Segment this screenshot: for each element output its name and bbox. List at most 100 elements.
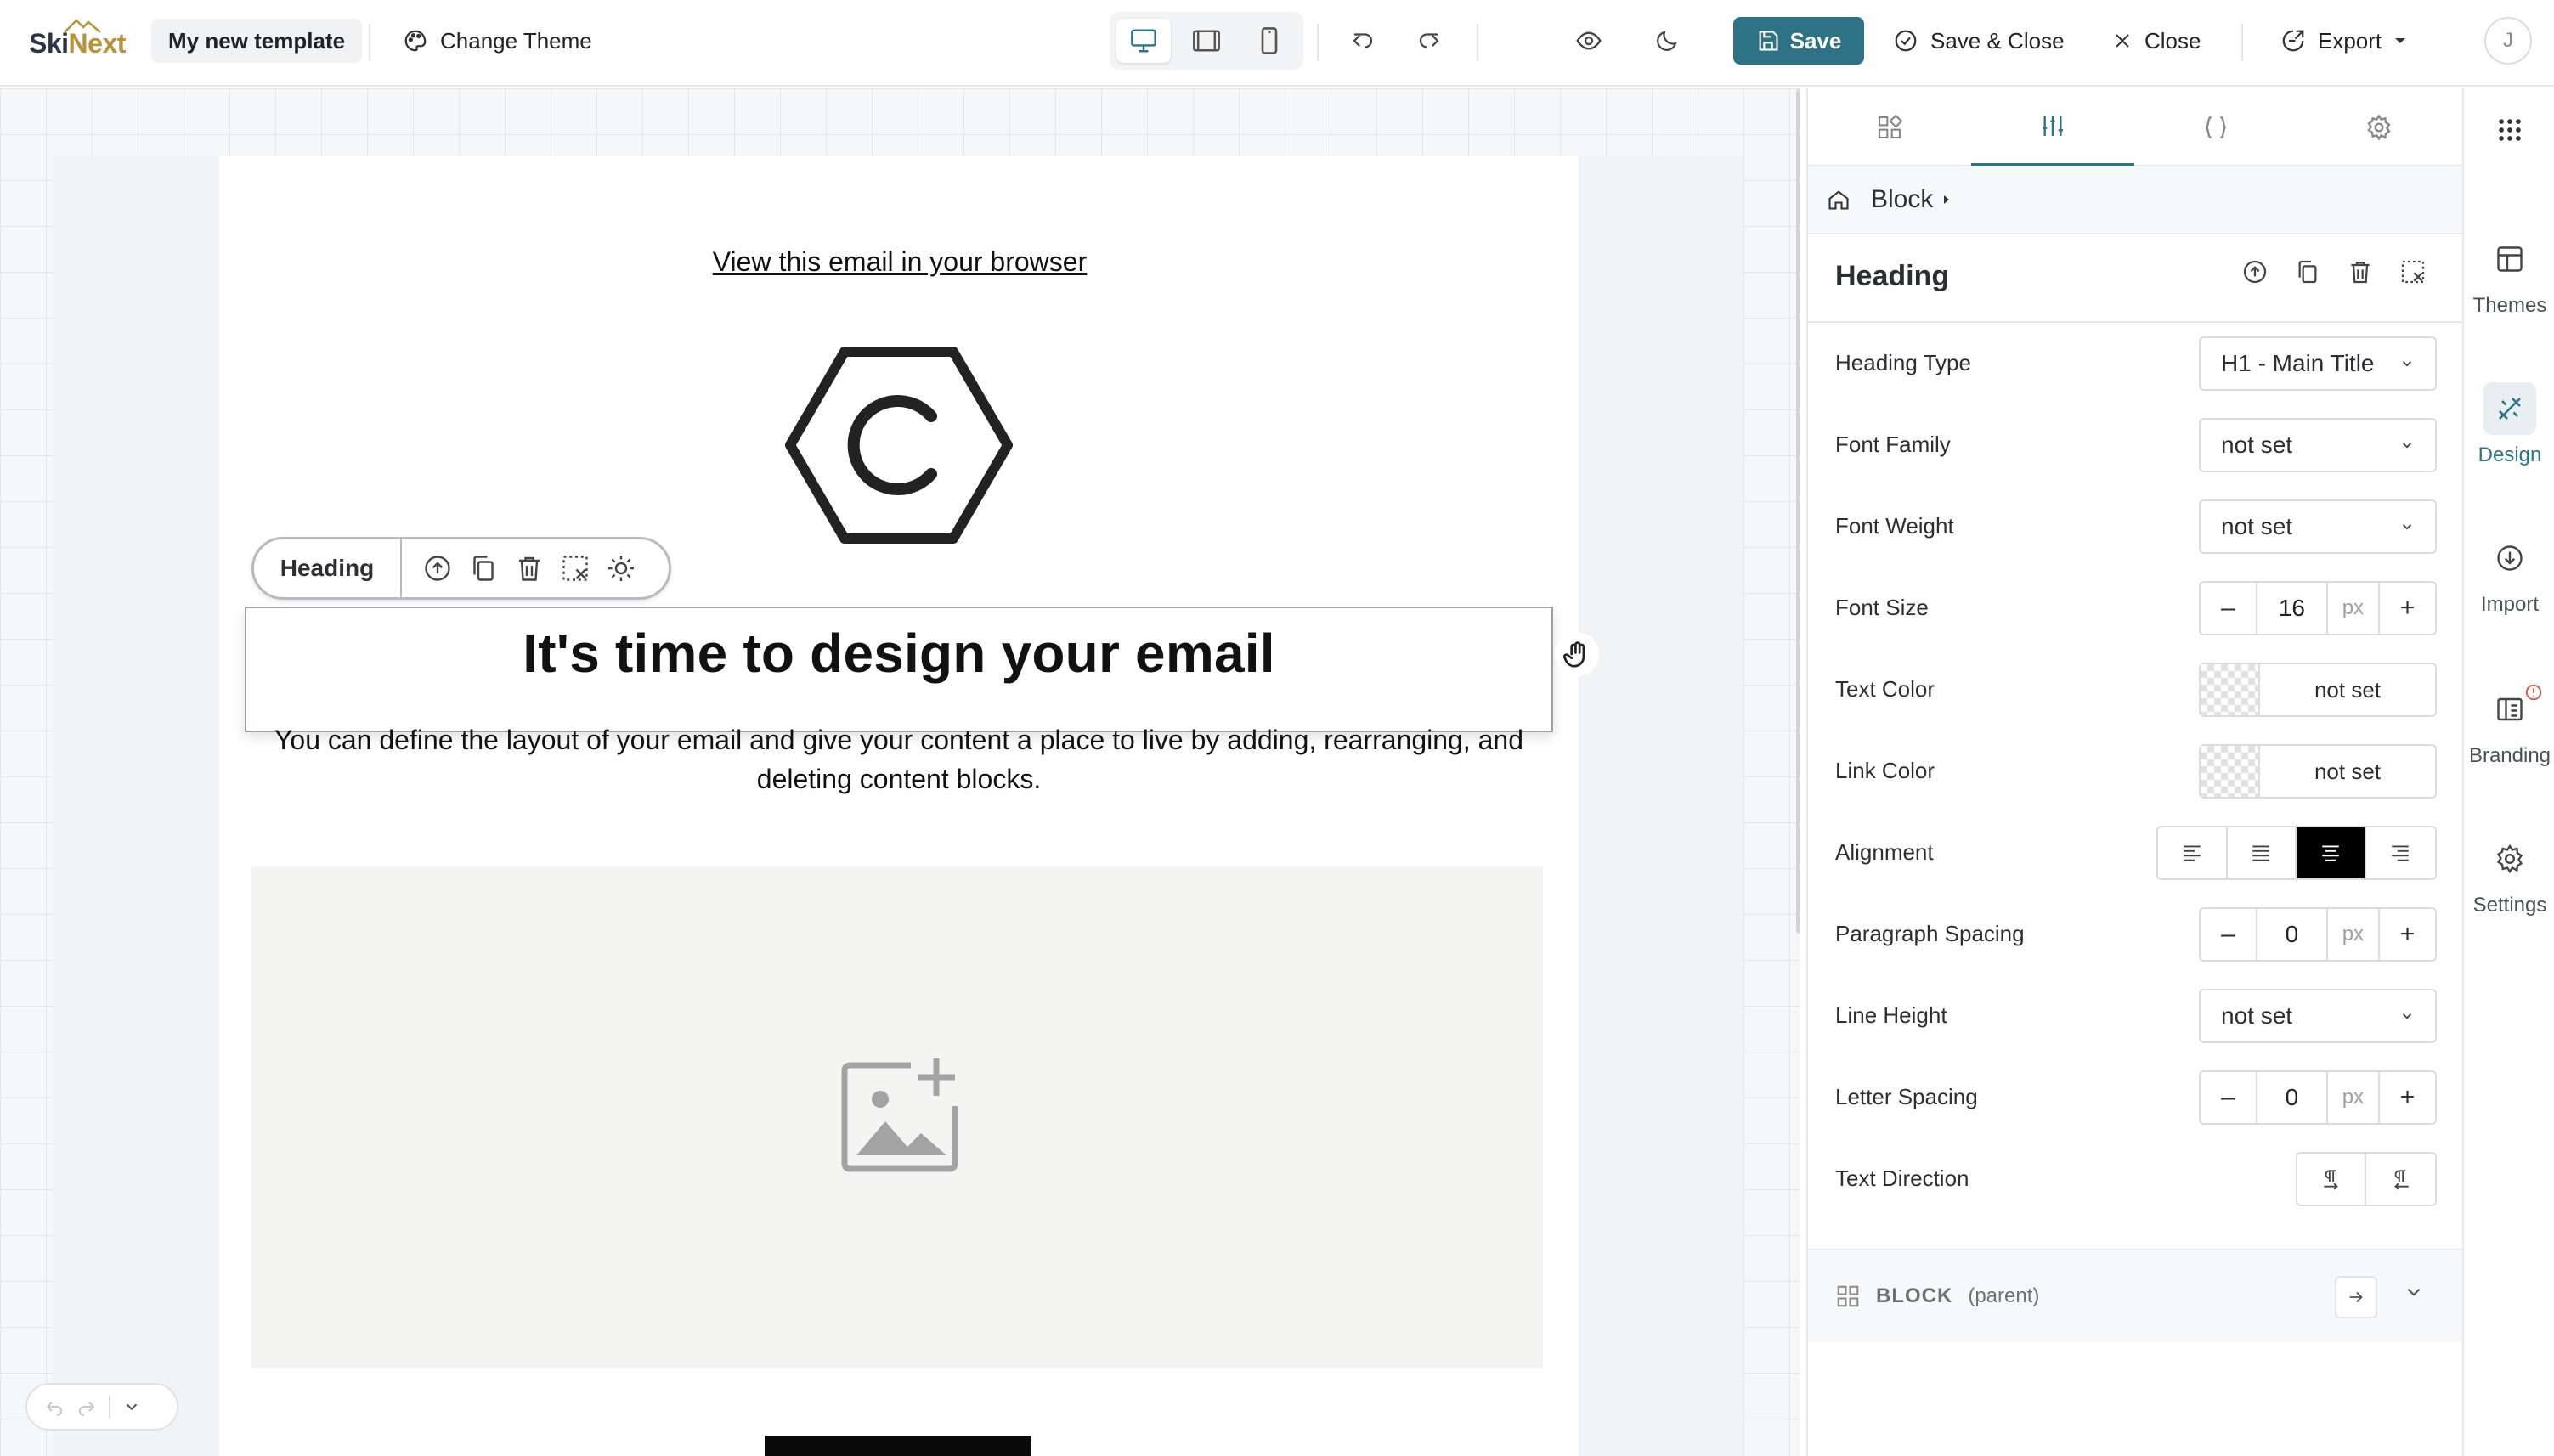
heading-type-select[interactable]: H1 - Main Title xyxy=(2199,336,2437,391)
panel-tabs xyxy=(1808,88,2464,166)
link-color-row: Link Color not set xyxy=(1835,744,2437,799)
tab-settings[interactable] xyxy=(2297,88,2461,166)
align-right-button[interactable] xyxy=(2366,827,2435,878)
heading-type-value: H1 - Main Title xyxy=(2221,350,2375,376)
change-theme-button[interactable]: Change Theme xyxy=(403,19,592,63)
dark-mode-toggle[interactable] xyxy=(1643,17,1691,65)
text-color-picker[interactable]: not set xyxy=(2199,663,2437,717)
letter-spacing-row: Letter Spacing – 0 px + xyxy=(1835,1070,2437,1125)
save-close-label: Save & Close xyxy=(1930,27,2065,54)
decrement-button[interactable]: – xyxy=(2201,1072,2256,1123)
rail-item-design[interactable]: Design xyxy=(2464,382,2554,467)
save-and-close-button[interactable]: Save & Close xyxy=(1893,17,2065,65)
avatar[interactable]: J xyxy=(2484,17,2532,65)
undo-icon[interactable] xyxy=(44,1397,65,1417)
home-icon[interactable] xyxy=(1827,188,1851,212)
go-to-parent-button[interactable] xyxy=(2335,1276,2377,1318)
selected-heading-block[interactable]: It's time to design your email xyxy=(245,607,1553,732)
save-button[interactable]: Save xyxy=(1733,17,1864,65)
gear-icon xyxy=(2496,844,2523,874)
rail-item-settings[interactable]: Settings xyxy=(2464,832,2554,917)
rail-item-branding[interactable]: Branding xyxy=(2464,683,2554,768)
email-paragraph[interactable]: You can define the layout of your email … xyxy=(255,720,1543,799)
rail-item-import[interactable]: Import xyxy=(2464,532,2554,617)
font-family-label: Font Family xyxy=(1835,432,1951,457)
decrement-button[interactable]: – xyxy=(2201,583,2256,634)
tab-properties[interactable] xyxy=(1971,88,2134,166)
deselect-icon[interactable] xyxy=(2399,258,2427,285)
breadcrumb-block[interactable]: Block xyxy=(1871,185,1933,214)
font-weight-value: not set xyxy=(2221,513,2293,539)
font-size-input[interactable]: 16 xyxy=(2256,583,2328,634)
deselect-icon[interactable] xyxy=(560,553,590,584)
rail-label-design: Design xyxy=(2478,443,2542,466)
hand-grab-icon xyxy=(1562,641,1585,668)
tab-blocks[interactable] xyxy=(1808,88,1971,166)
rail-item-themes[interactable]: Themes xyxy=(2464,233,2554,318)
font-weight-select[interactable]: not set xyxy=(2199,499,2437,554)
align-center-button[interactable] xyxy=(2297,827,2366,878)
rail-label-import: Import xyxy=(2480,593,2539,616)
rtl-button[interactable] xyxy=(2366,1154,2435,1205)
chevron-down-icon[interactable] xyxy=(122,1397,141,1416)
redo-button[interactable] xyxy=(1405,17,1453,65)
paragraph-spacing-input[interactable]: 0 xyxy=(2256,909,2328,960)
app-logo[interactable]: Ski Next xyxy=(29,19,126,68)
font-family-row: Font Family not set xyxy=(1835,418,2437,472)
font-family-select[interactable]: not set xyxy=(2199,418,2437,472)
duplicate-icon[interactable] xyxy=(2294,258,2321,285)
text-color-value: not set xyxy=(2314,676,2382,703)
canvas-scrollbar[interactable] xyxy=(1796,88,1800,934)
heading-type-label: Heading Type xyxy=(1835,350,1971,375)
block-type-label[interactable]: Heading xyxy=(254,539,402,597)
ltr-button[interactable] xyxy=(2297,1154,2367,1205)
mobile-view-button[interactable] xyxy=(1242,19,1297,63)
import-icon xyxy=(2497,545,2523,571)
preview-button[interactable] xyxy=(1565,17,1613,65)
image-placeholder[interactable] xyxy=(251,866,1543,1368)
trash-icon[interactable] xyxy=(514,553,545,584)
letter-spacing-label: Letter Spacing xyxy=(1835,1084,1978,1109)
move-up-icon[interactable] xyxy=(2241,258,2269,285)
apps-menu-button[interactable] xyxy=(2464,116,2554,144)
color-swatch[interactable] xyxy=(2201,746,2260,797)
link-color-picker[interactable]: not set xyxy=(2199,744,2437,799)
apps-grid-icon xyxy=(2499,119,2521,141)
chevron-down-icon[interactable] xyxy=(2403,1281,2425,1303)
email-heading[interactable]: It's time to design your email xyxy=(246,622,1551,685)
parent-block-row[interactable]: BLOCK (parent) xyxy=(1808,1249,2464,1342)
color-swatch[interactable] xyxy=(2201,664,2260,715)
undo-button[interactable] xyxy=(1339,17,1387,65)
increment-button[interactable]: + xyxy=(2380,583,2435,634)
move-up-icon[interactable] xyxy=(422,553,453,584)
link-color-value: not set xyxy=(2314,758,2382,784)
tab-code[interactable] xyxy=(2134,88,2297,166)
view-in-browser-link[interactable]: View this email in your browser xyxy=(0,246,1800,278)
email-cta-button[interactable] xyxy=(765,1436,1031,1456)
unit-label: px xyxy=(2328,1072,2380,1123)
brightness-icon[interactable] xyxy=(606,553,636,584)
line-height-label: Line Height xyxy=(1835,1002,1947,1028)
company-logo-image[interactable] xyxy=(785,345,1013,545)
decrement-button[interactable]: – xyxy=(2201,909,2256,960)
layout-icon xyxy=(2497,246,2523,272)
template-name[interactable]: My new template xyxy=(151,19,363,63)
heading-type-row: Heading Type H1 - Main Title xyxy=(1835,336,2437,391)
tablet-view-button[interactable] xyxy=(1179,19,1234,63)
redo-icon[interactable] xyxy=(76,1397,97,1417)
align-left-button[interactable] xyxy=(2158,827,2228,878)
desktop-view-button[interactable] xyxy=(1116,19,1171,63)
duplicate-icon[interactable] xyxy=(468,553,499,584)
increment-button[interactable]: + xyxy=(2380,909,2435,960)
align-justify-button[interactable] xyxy=(2228,827,2297,878)
align-right-icon xyxy=(2392,845,2409,861)
export-button[interactable]: Export xyxy=(2280,17,2407,65)
right-rail: Themes Design Import Branding Settings xyxy=(2462,88,2554,1456)
increment-button[interactable]: + xyxy=(2380,1072,2435,1123)
line-height-select[interactable]: not set xyxy=(2199,989,2437,1043)
letter-spacing-input[interactable]: 0 xyxy=(2256,1072,2328,1123)
trash-icon[interactable] xyxy=(2347,258,2374,285)
close-button[interactable]: Close xyxy=(2112,17,2201,65)
alert-badge-icon xyxy=(2525,684,2542,701)
drag-handle[interactable] xyxy=(1555,632,1599,676)
